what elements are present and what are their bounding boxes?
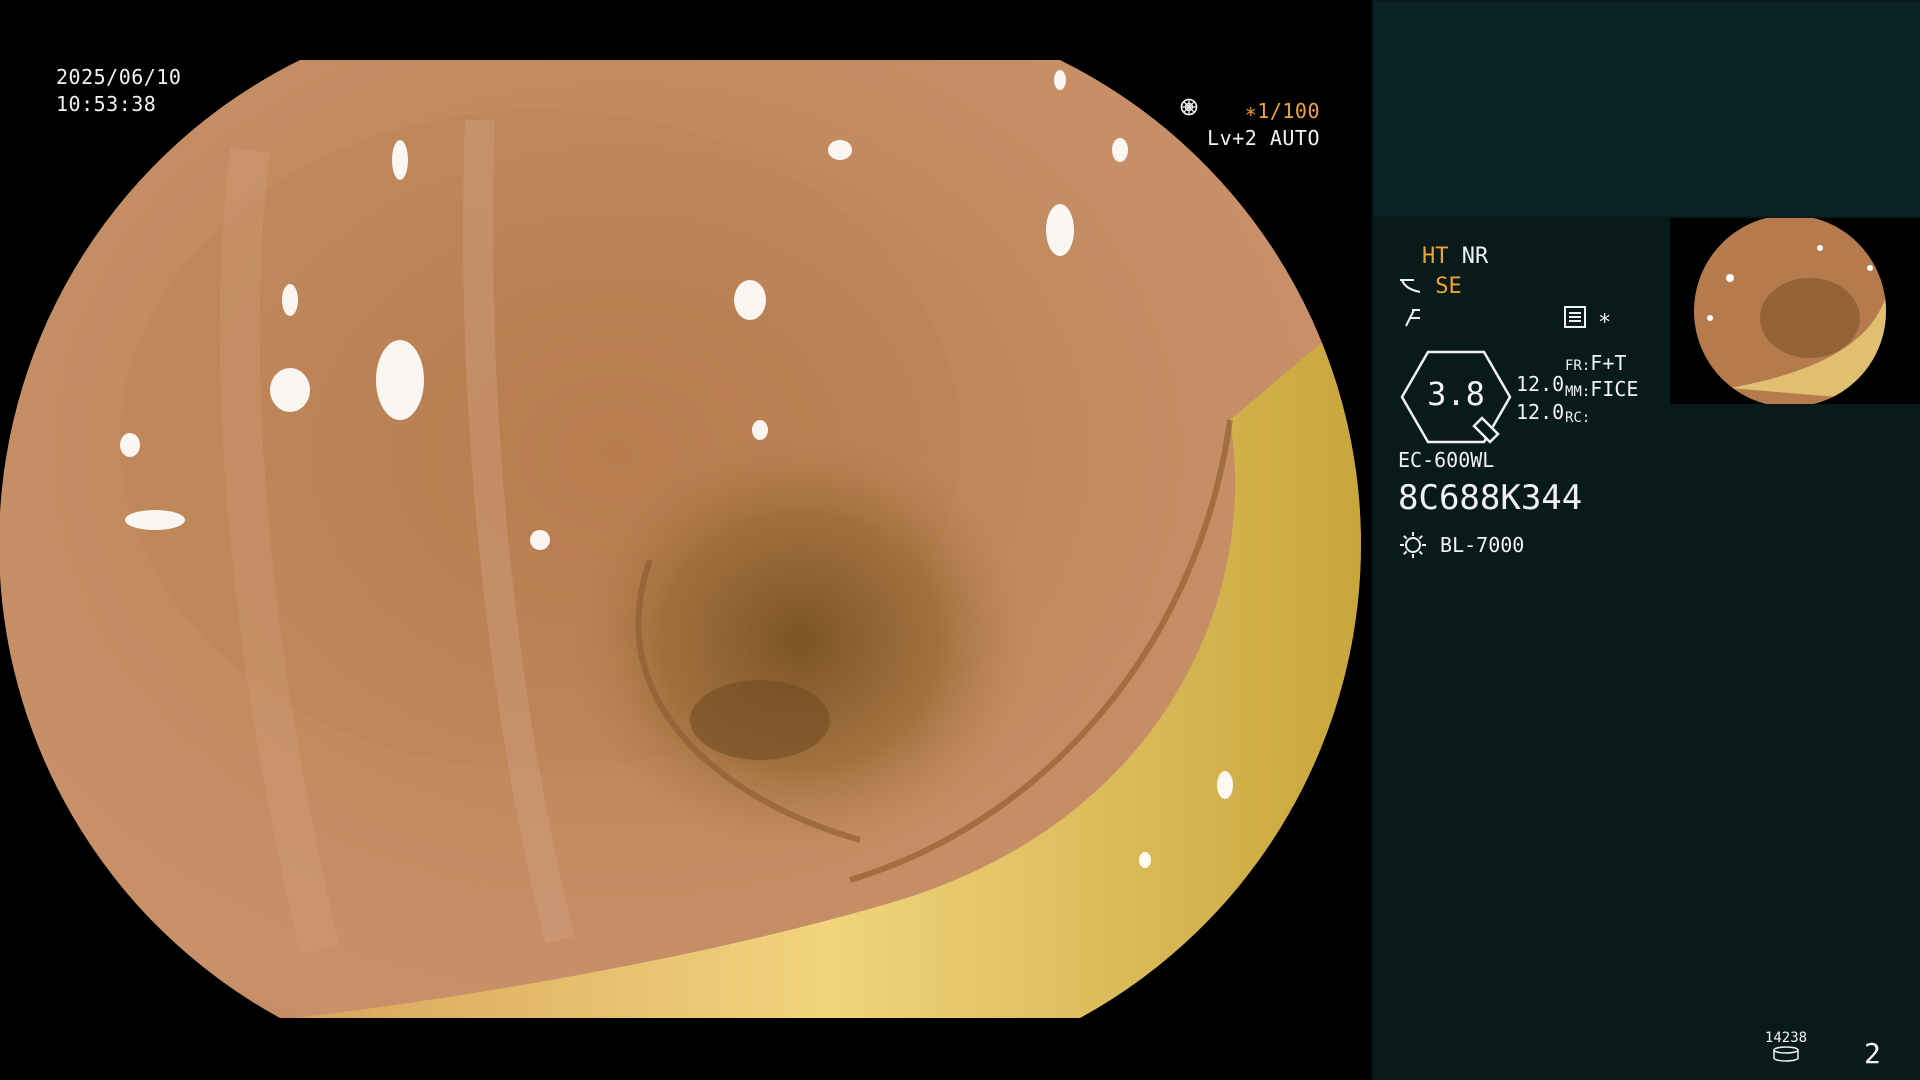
- fr-value: F+T: [1590, 351, 1627, 375]
- star-marker: ∗: [1598, 306, 1612, 331]
- iris-indicator: 3.8: [1398, 350, 1514, 444]
- light-source-model: BL-7000: [1440, 533, 1525, 557]
- ht-label: HT: [1422, 244, 1449, 269]
- endoscope-image-view: 2025/06/10 10:53:38 ∗1/100 Lv+2 AUTO: [0, 0, 1372, 1080]
- info-panel-top: [1374, 2, 1920, 216]
- iris-value: 3.8: [1427, 375, 1485, 413]
- light-source-icon: [1398, 532, 1440, 558]
- thumbnail-image: [1694, 218, 1886, 404]
- scope-serial: 8C688K344: [1398, 478, 1583, 518]
- shutter-text: ∗1/100: [1244, 99, 1320, 123]
- value-2: 12.0: [1516, 400, 1565, 424]
- values-column: 12.0 12.0: [1516, 370, 1564, 426]
- nr-label: NR: [1461, 244, 1489, 269]
- mode-settings: FR:F+T MM:FICE RC:: [1565, 350, 1638, 428]
- fr-label: FR:: [1565, 358, 1591, 374]
- storage-icon: [1772, 1046, 1800, 1066]
- date-text: 2025/06/10: [56, 65, 182, 89]
- light-source: BL-7000: [1398, 530, 1524, 560]
- se-row: SE: [1398, 274, 1462, 300]
- image-count: 2: [1864, 1037, 1881, 1070]
- menu-icon: [1564, 306, 1586, 332]
- ht-nr-row: HT NR: [1422, 244, 1488, 270]
- storage-count: 14238: [1764, 1030, 1808, 1046]
- mm-value: FICE: [1590, 377, 1639, 401]
- se-label: SE: [1435, 274, 1462, 299]
- mm-label: MM:: [1565, 384, 1591, 400]
- freeze-icon: [1400, 306, 1424, 334]
- captured-thumbnail: [1670, 218, 1920, 404]
- value-1: 12.0: [1516, 372, 1565, 396]
- scope-icon: [1398, 274, 1435, 299]
- level-auto-text: Lv+2 AUTO: [1207, 126, 1320, 150]
- timestamp: 2025/06/10 10:53:38: [56, 64, 181, 118]
- time-text: 10:53:38: [56, 92, 157, 116]
- rc-label: RC:: [1565, 410, 1591, 426]
- storage-indicator: 14238: [1764, 1030, 1808, 1066]
- exposure-info: ∗1/100 Lv+2 AUTO: [1180, 98, 1320, 152]
- scope-model: EC-600WL: [1398, 448, 1495, 472]
- endoscope-image: [0, 60, 1361, 1018]
